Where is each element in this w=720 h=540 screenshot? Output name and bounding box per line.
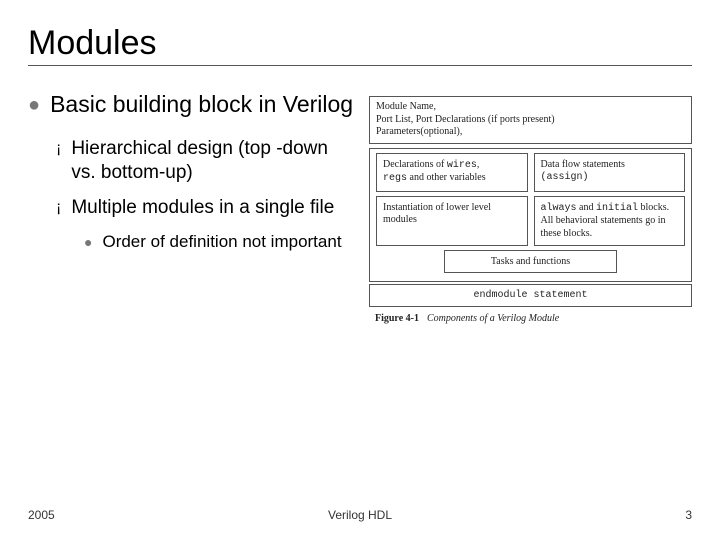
diagram-mono: (assign) [541,172,589,183]
title-underline [28,65,692,66]
bullet-text: Basic building block in Verilog [50,90,353,119]
content-row: ● Basic building block in Verilog ¡ Hier… [28,90,692,324]
diagram-text: Port List, Port Declarations (if ports p… [376,114,555,125]
bullet-text: Hierarchical design (top -down vs. botto… [71,137,355,186]
diagram-text: Module Name, [376,101,436,112]
diagram-row: Declarations of wires, regs and other va… [376,153,685,192]
slide-footer: 2005 Verilog HDL 3 [28,508,692,522]
disc-icon: ● [28,93,40,119]
diagram-body-box: Declarations of wires, regs and other va… [369,148,692,283]
caption-ref: Figure 4-1 [375,313,419,324]
disc-icon: ● [84,233,92,253]
footer-title: Verilog HDL [328,508,392,522]
circle-icon: ¡ [56,139,61,186]
diagram-text: blocks. [638,202,669,213]
diagram-row: Instantiation of lower level modules alw… [376,196,685,247]
bullet-level3-list: ● Order of definition not important [84,231,355,253]
module-diagram: Module Name, Port List, Port Declaration… [369,90,692,324]
diagram-text: Instantiation of lower level modules [383,202,491,226]
diagram-header-box: Module Name, Port List, Port Declaration… [369,96,692,144]
bullet-text: Multiple modules in a single file [71,196,334,221]
text-column: ● Basic building block in Verilog ¡ Hier… [28,90,355,324]
diagram-text: Data flow statements [541,159,625,170]
circle-icon: ¡ [56,198,61,221]
diagram-text: All behavioral statements go in these bl… [541,215,666,239]
diagram-caption: Figure 4-1 Components of a Verilog Module [369,313,692,324]
caption-text: Components of a Verilog Module [427,313,559,324]
diagram-cell-behavioral: always and initial blocks. All behaviora… [534,196,686,247]
diagram-cell-declarations: Declarations of wires, regs and other va… [376,153,528,192]
diagram-cell-instantiation: Instantiation of lower level modules [376,196,528,247]
diagram-mono: always [541,203,577,214]
diagram-text: and [577,202,596,213]
footer-page-number: 3 [685,508,692,522]
slide-title: Modules [28,24,692,63]
bullet-level2: ¡ Multiple modules in a single file [56,196,355,221]
bullet-level2: ¡ Hierarchical design (top -down vs. bot… [56,137,355,186]
footer-year: 2005 [28,508,55,522]
diagram-mono: regs [383,173,407,184]
diagram-text: Tasks and functions [491,256,570,267]
diagram-text: and other variables [407,172,486,183]
diagram-cell-dataflow: Data flow statements (assign) [534,153,686,192]
bullet-level1: ● Basic building block in Verilog [28,90,355,119]
diagram-mono: initial [596,203,638,214]
diagram-text: endmodule statement [473,290,587,301]
bullet-text: Order of definition not important [102,231,341,253]
diagram-text: Declarations of [383,159,447,170]
diagram-cell-tasks: Tasks and functions [444,250,617,273]
slide: Modules ● Basic building block in Verilo… [0,0,720,540]
bullet-level2-list: ¡ Hierarchical design (top -down vs. bot… [56,137,355,221]
diagram-text: Parameters(optional), [376,126,462,137]
diagram-text: , [477,159,480,170]
diagram-mono: wires [447,160,477,171]
bullet-level3: ● Order of definition not important [84,231,355,253]
diagram-cell-endmodule: endmodule statement [369,284,692,307]
